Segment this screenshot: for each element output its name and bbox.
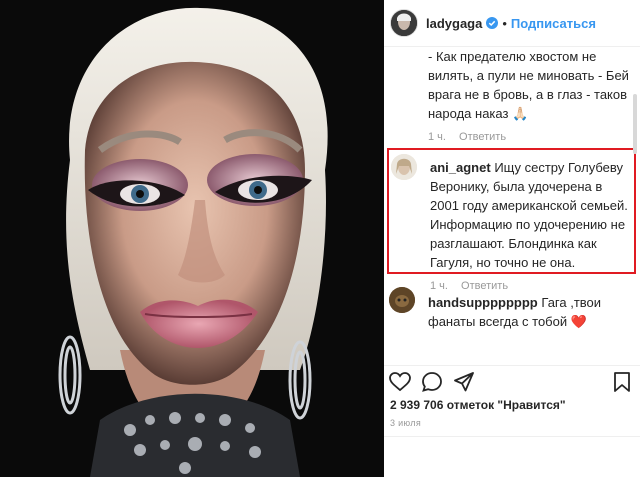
comment-text: Ищу сестру Голубеву Веронику, была удоче… — [430, 160, 628, 270]
likes-count[interactable]: 2 939 706 отметок "Нравится" — [390, 398, 566, 412]
comment-meta: 1 ч. Ответить — [430, 280, 630, 292]
reply-button[interactable]: Ответить — [459, 131, 506, 143]
avatar-icon — [391, 154, 417, 180]
commenter-avatar[interactable] — [391, 154, 417, 180]
comment-item: handsupppppppp Гага ,твои фанаты всегда … — [428, 293, 633, 331]
share-icon[interactable] — [452, 370, 476, 394]
author-username[interactable]: ladygaga — [426, 16, 482, 31]
comment-bubble-icon[interactable] — [420, 370, 444, 394]
header-separator: • — [502, 15, 507, 31]
comment-item: - Как предателю хвостом не вилять, а пул… — [428, 47, 633, 143]
comments-list[interactable]: - Как предателю хвостом не вилять, а пул… — [384, 47, 640, 365]
post-photo[interactable] — [0, 0, 384, 477]
comment-text: - Как предателю хвостом не вилять, а пул… — [428, 49, 629, 121]
bookmark-icon[interactable] — [610, 370, 634, 394]
comment-meta: 1 ч. Ответить — [428, 131, 633, 143]
post-date: 3 июля — [390, 418, 422, 428]
post-sidebar: ladygaga • Подписаться - Как предателю х… — [384, 0, 640, 477]
avatar-icon — [389, 287, 415, 313]
comment-username[interactable]: handsupppppppp — [428, 295, 538, 310]
comment-username[interactable]: ani_agnet — [430, 160, 491, 175]
comments-scrollbar[interactable] — [633, 94, 637, 154]
heart-emoji-icon: ❤️ — [570, 314, 587, 329]
author-avatar[interactable] — [390, 9, 418, 37]
comment-item: ani_agnet Ищу сестру Голубеву Веронику, … — [430, 158, 630, 292]
verified-badge-icon — [486, 17, 499, 29]
highlighted-comment: ani_agnet Ищу сестру Голубеву Веронику, … — [387, 148, 636, 292]
commenter-avatar[interactable] — [389, 287, 415, 313]
follow-button[interactable]: Подписаться — [511, 16, 596, 31]
reply-button[interactable]: Ответить — [461, 280, 508, 292]
portrait-image — [0, 0, 384, 477]
instagram-post-window: ladygaga • Подписаться - Как предателю х… — [0, 0, 640, 477]
comment-time: 1 ч. — [428, 131, 446, 143]
comment-time: 1 ч. — [430, 280, 448, 292]
post-actions — [384, 365, 640, 396]
like-heart-icon[interactable] — [388, 370, 412, 394]
avatar-icon — [391, 10, 417, 36]
add-comment-area[interactable] — [384, 436, 640, 477]
post-header: ladygaga • Подписаться — [384, 0, 640, 47]
